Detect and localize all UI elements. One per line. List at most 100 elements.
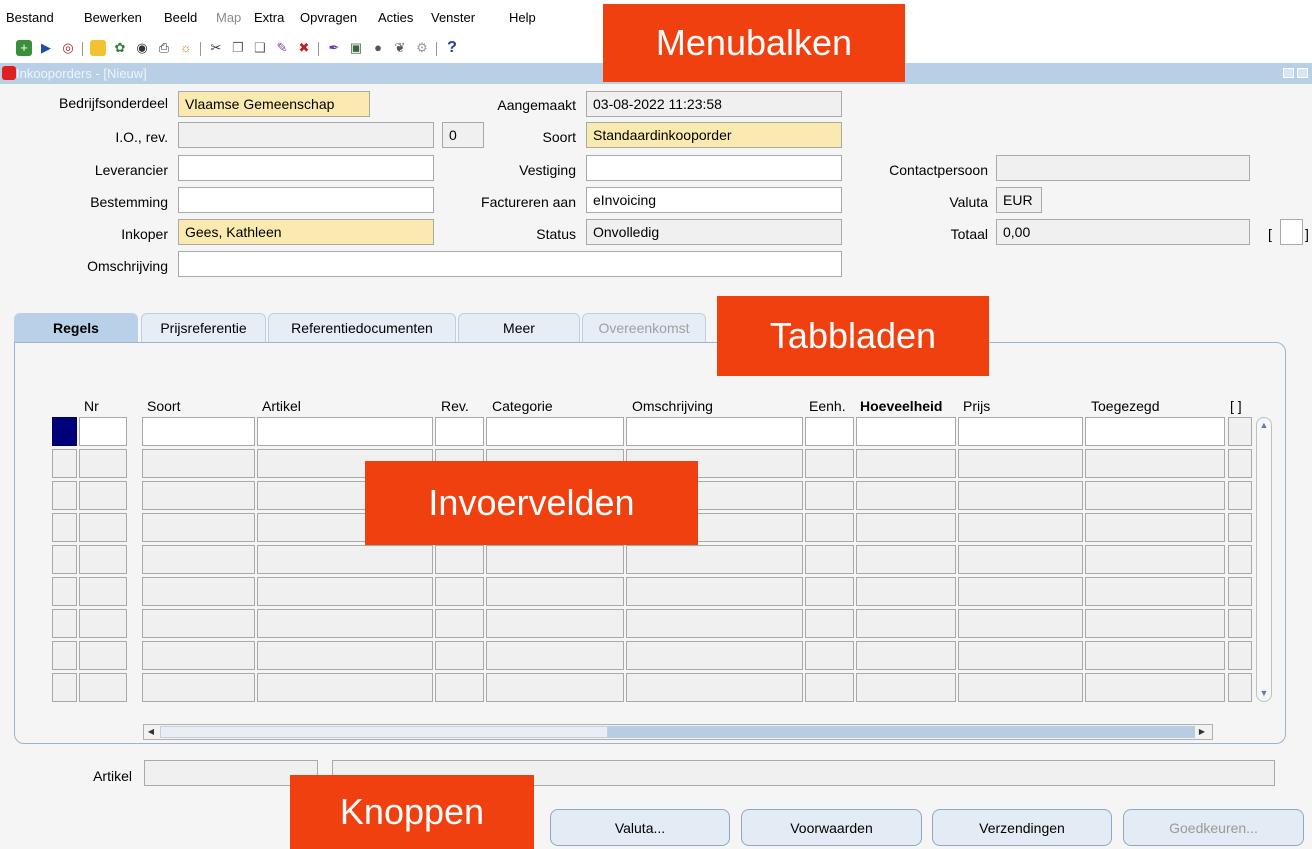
tab-overeenkomst[interactable]: Overeenkomst	[582, 313, 706, 342]
toegezegd-cell[interactable]	[1085, 641, 1225, 670]
flexfield-cell[interactable]	[1228, 609, 1252, 638]
nr-cell[interactable]	[79, 545, 127, 574]
print-icon[interactable]: ⎙	[156, 40, 172, 56]
inkoper-field[interactable]: Gees, Kathleen	[178, 219, 434, 245]
flexfield-cell[interactable]	[1228, 513, 1252, 542]
eenheid-cell[interactable]	[805, 577, 854, 606]
soort-cell[interactable]	[142, 609, 255, 638]
minimize-icon[interactable]	[1283, 68, 1294, 78]
nr-cell[interactable]	[79, 577, 127, 606]
folder-open-icon[interactable]	[90, 40, 106, 56]
soort-cell[interactable]	[142, 641, 255, 670]
categorie-cell[interactable]	[486, 545, 624, 574]
soort-cell[interactable]	[142, 449, 255, 478]
prijs-cell[interactable]	[958, 577, 1083, 606]
eenheid-cell[interactable]	[805, 545, 854, 574]
binoculars-icon[interactable]: ◉	[134, 40, 150, 56]
row-selector[interactable]	[52, 513, 77, 542]
prijs-cell[interactable]	[958, 673, 1083, 702]
eenheid-cell[interactable]	[805, 513, 854, 542]
row-selector[interactable]	[52, 641, 77, 670]
rev-cell[interactable]	[435, 577, 484, 606]
omschrijving-cell[interactable]	[626, 609, 803, 638]
row-selector[interactable]	[52, 609, 77, 638]
attachment-icon[interactable]: ❦	[392, 40, 408, 56]
new-record-icon[interactable]: +	[16, 40, 32, 56]
rev-cell[interactable]	[435, 673, 484, 702]
artikel-cell[interactable]	[257, 641, 433, 670]
artikel-cell[interactable]	[257, 545, 433, 574]
hoeveelheid-cell[interactable]	[856, 417, 956, 446]
flexfield-cell[interactable]	[1228, 545, 1252, 574]
bestemming-field[interactable]	[178, 187, 434, 213]
row-selector[interactable]	[52, 449, 77, 478]
row-selector[interactable]	[52, 481, 77, 510]
horizontal-scrollbar[interactable]: ◀ ▶	[143, 724, 1213, 740]
toegezegd-cell[interactable]	[1085, 449, 1225, 478]
tab-regels[interactable]: Regels	[14, 313, 138, 342]
circle-icon[interactable]: ●	[370, 40, 386, 56]
flexfield-cell[interactable]	[1228, 577, 1252, 606]
prijs-cell[interactable]	[958, 513, 1083, 542]
nr-cell[interactable]	[79, 609, 127, 638]
vertical-scrollbar[interactable]: ▲ ▼	[1256, 417, 1272, 702]
soort-cell[interactable]	[142, 545, 255, 574]
row-selector[interactable]	[52, 417, 77, 446]
menu-venster[interactable]: Venster	[431, 10, 475, 25]
omschrijving-cell[interactable]	[626, 417, 803, 446]
eenheid-cell[interactable]	[805, 673, 854, 702]
menu-extra[interactable]: Extra	[254, 10, 284, 25]
horizontal-scroll-thumb[interactable]	[160, 726, 608, 738]
prijs-cell[interactable]	[958, 449, 1083, 478]
prijs-cell[interactable]	[958, 609, 1083, 638]
nr-cell[interactable]	[79, 673, 127, 702]
tools-icon[interactable]: ⚙	[414, 40, 430, 56]
menu-help[interactable]: Help	[509, 10, 536, 25]
tab-prijsreferentie[interactable]: Prijsreferentie	[141, 313, 266, 342]
menu-beeld[interactable]: Beeld	[164, 10, 197, 25]
toegezegd-cell[interactable]	[1085, 609, 1225, 638]
help-icon[interactable]: ?	[444, 40, 460, 56]
menu-map[interactable]: Map	[216, 10, 241, 25]
hoeveelheid-cell[interactable]	[856, 609, 956, 638]
hoeveelheid-cell[interactable]	[856, 545, 956, 574]
rev-cell[interactable]	[435, 545, 484, 574]
toegezegd-cell[interactable]	[1085, 673, 1225, 702]
eenheid-cell[interactable]	[805, 609, 854, 638]
prijs-cell[interactable]	[958, 545, 1083, 574]
omschrijving-field[interactable]	[178, 251, 842, 277]
target-icon[interactable]: ◎	[60, 40, 76, 56]
soort-cell[interactable]	[142, 577, 255, 606]
categorie-cell[interactable]	[486, 609, 624, 638]
artikel-cell[interactable]	[257, 673, 433, 702]
descriptive-flexfield[interactable]	[1280, 219, 1303, 245]
rev-cell[interactable]	[435, 417, 484, 446]
menu-acties[interactable]: Acties	[378, 10, 413, 25]
flexfield-cell[interactable]	[1228, 449, 1252, 478]
hoeveelheid-cell[interactable]	[856, 513, 956, 542]
artikel-cell[interactable]	[257, 609, 433, 638]
scroll-up-icon[interactable]: ▲	[1258, 418, 1270, 432]
nr-cell[interactable]	[79, 449, 127, 478]
categorie-cell[interactable]	[486, 641, 624, 670]
row-selector[interactable]	[52, 545, 77, 574]
rev-cell[interactable]	[435, 609, 484, 638]
categorie-cell[interactable]	[486, 673, 624, 702]
edit-icon[interactable]: ✎	[274, 40, 290, 56]
toegezegd-cell[interactable]	[1085, 545, 1225, 574]
eenheid-cell[interactable]	[805, 417, 854, 446]
copy-icon[interactable]: ❐	[230, 40, 246, 56]
categorie-cell[interactable]	[486, 577, 624, 606]
nr-cell[interactable]	[79, 513, 127, 542]
eenheid-cell[interactable]	[805, 641, 854, 670]
tab-referentiedocumenten[interactable]: Referentiedocumenten	[268, 313, 456, 342]
toegezegd-cell[interactable]	[1085, 577, 1225, 606]
hoeveelheid-cell[interactable]	[856, 481, 956, 510]
tag-icon[interactable]: ▶	[38, 40, 54, 56]
eenheid-cell[interactable]	[805, 481, 854, 510]
soort-cell[interactable]	[142, 513, 255, 542]
omschrijving-cell[interactable]	[626, 673, 803, 702]
omschrijving-cell[interactable]	[626, 641, 803, 670]
vestiging-field[interactable]	[586, 155, 842, 181]
maximize-icon[interactable]	[1297, 68, 1308, 78]
